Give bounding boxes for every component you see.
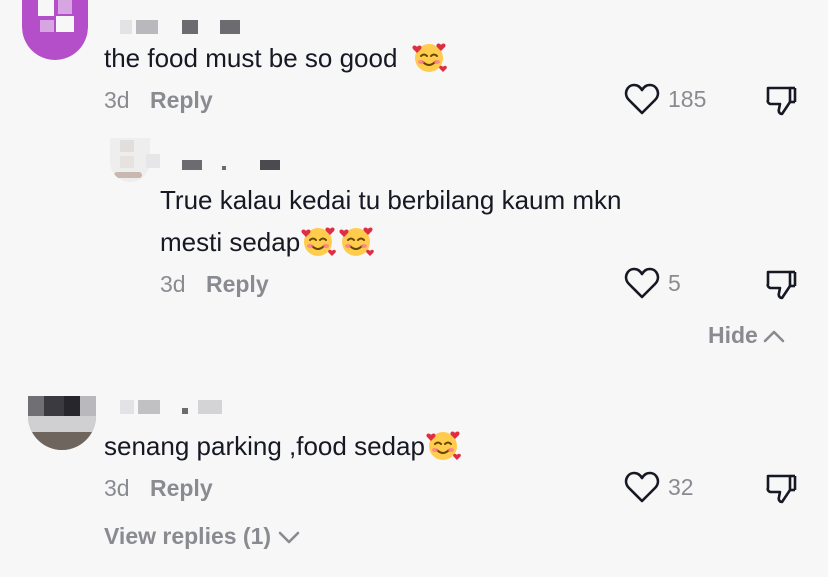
smiling-face-with-hearts-icon [411, 39, 447, 75]
hide-replies-button[interactable]: Hide [708, 322, 786, 349]
smiling-face-with-hearts-icon [425, 427, 461, 463]
username-redacted[interactable] [120, 20, 250, 38]
like-count: 5 [668, 269, 681, 296]
reply-button[interactable]: Reply [150, 87, 213, 113]
chevron-down-icon [278, 531, 300, 543]
avatar[interactable] [28, 396, 96, 450]
view-replies-button[interactable]: View replies (1) [104, 523, 301, 550]
comment-text-line-1: True kalau kedai tu berbilang kaum mkn [160, 185, 622, 215]
hide-label: Hide [708, 322, 758, 348]
view-replies-label: View replies (1) [104, 523, 272, 549]
thumbs-down-icon[interactable] [764, 472, 798, 506]
like-count: 32 [668, 473, 694, 500]
avatar[interactable] [22, 0, 88, 60]
avatar[interactable] [110, 138, 150, 182]
comment-text: the food must be so good [104, 38, 447, 78]
comment-text: senang parking ,food sedap [104, 426, 461, 466]
username-redacted[interactable] [146, 154, 286, 172]
username-redacted[interactable] [120, 400, 230, 418]
thumbs-down-icon[interactable] [764, 268, 798, 302]
like-count: 185 [668, 85, 707, 112]
like-button[interactable]: 5 [624, 266, 681, 300]
comment-time: 3d [160, 271, 186, 297]
thumbs-down-icon[interactable] [764, 84, 798, 118]
smiling-face-with-hearts-icon [338, 223, 374, 259]
like-button[interactable]: 32 [624, 470, 694, 504]
heart-outline-icon [624, 267, 660, 299]
heart-outline-icon [624, 471, 660, 503]
chevron-up-icon [763, 330, 785, 342]
like-button[interactable]: 185 [624, 82, 706, 116]
reply-button[interactable]: Reply [150, 475, 213, 501]
smiling-face-with-hearts-icon [300, 223, 336, 259]
comment-time: 3d [104, 475, 130, 501]
comment-time: 3d [104, 87, 130, 113]
comment-text-line-2: mesti sedap [160, 222, 374, 262]
reply-button[interactable]: Reply [206, 271, 269, 297]
heart-outline-icon [624, 83, 660, 115]
